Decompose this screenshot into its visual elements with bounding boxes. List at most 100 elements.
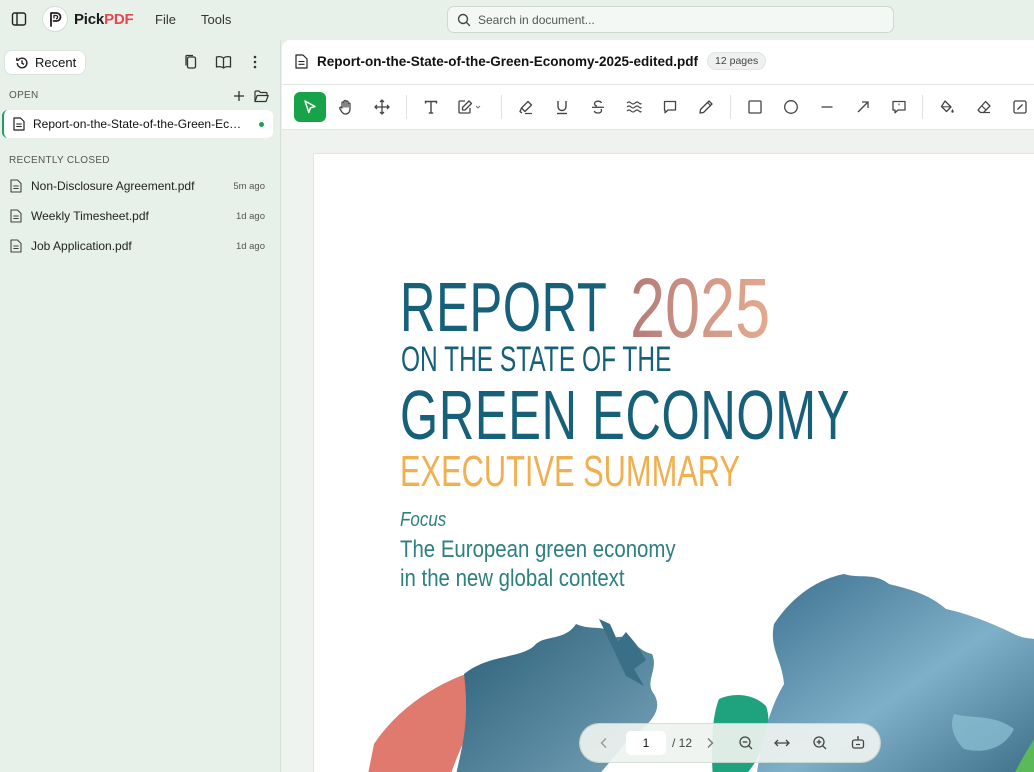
chevron-right-icon bbox=[705, 737, 715, 749]
app-logo: PickPDF bbox=[42, 6, 134, 32]
text-tool-button[interactable] bbox=[415, 92, 447, 122]
cover-green-economy: GREEN ECONOMY bbox=[400, 376, 851, 454]
page-count-badge: 12 pages bbox=[707, 52, 767, 70]
page-navigator: / 12 bbox=[580, 724, 880, 762]
squiggly-tool-button[interactable] bbox=[618, 92, 650, 122]
sidebar: Recent OPEN Report-on-the-State-of-the-G… bbox=[0, 40, 281, 772]
hand-icon bbox=[337, 98, 355, 116]
cover-report-heading: REPORT bbox=[400, 268, 608, 346]
file-icon bbox=[10, 209, 22, 223]
file-icon bbox=[13, 117, 25, 131]
fit-width-button[interactable] bbox=[770, 731, 794, 755]
comment-tool-button[interactable] bbox=[654, 92, 686, 122]
zoom-in-button[interactable] bbox=[808, 731, 832, 755]
pencil-tool-button[interactable] bbox=[690, 92, 722, 122]
cover-year: 2025 bbox=[630, 261, 771, 355]
recent-label: Recent bbox=[35, 55, 77, 70]
recently-closed-section-label: RECENTLY CLOSED bbox=[9, 155, 110, 166]
menu-file[interactable]: File bbox=[155, 12, 176, 27]
file-icon bbox=[295, 53, 308, 69]
plus-icon[interactable] bbox=[229, 86, 249, 106]
open-folder-icon[interactable] bbox=[251, 86, 271, 106]
move-icon bbox=[373, 98, 391, 116]
edit-box-icon bbox=[1012, 99, 1028, 115]
annotation-toolbar: " bbox=[282, 85, 1034, 130]
active-indicator-dot bbox=[259, 122, 264, 127]
pencil-icon bbox=[698, 99, 714, 115]
toolbar-divider bbox=[406, 95, 407, 119]
hand-tool-button[interactable] bbox=[330, 92, 362, 122]
recently-closed-item[interactable]: Job Application.pdf 1d ago bbox=[10, 235, 270, 257]
closed-file-name: Weekly Timesheet.pdf bbox=[31, 209, 149, 223]
search-box[interactable] bbox=[447, 6, 894, 33]
cover-subtitle-line-2: in the new global context bbox=[400, 565, 625, 592]
zoom-in-icon bbox=[812, 735, 828, 751]
cover-executive-summary: EXECUTIVE SUMMARY bbox=[400, 447, 741, 496]
open-file-item[interactable]: Report-on-the-State-of-the-Green-Economy… bbox=[2, 110, 273, 138]
toolbar-divider bbox=[501, 95, 502, 119]
underline-icon bbox=[554, 99, 570, 115]
book-icon[interactable] bbox=[213, 52, 233, 72]
select-tool-button[interactable] bbox=[294, 92, 326, 122]
app-name: PickPDF bbox=[74, 10, 134, 28]
closed-file-time: 1d ago bbox=[235, 240, 265, 252]
page-number-input[interactable] bbox=[626, 731, 666, 755]
rectangle-tool-button[interactable] bbox=[739, 92, 771, 122]
edit-text-tool-button[interactable] bbox=[452, 92, 488, 122]
zoom-out-icon bbox=[738, 735, 754, 751]
file-icon bbox=[10, 179, 22, 193]
top-bar: PickPDF File Tools bbox=[0, 0, 1034, 40]
eraser-tool-button[interactable] bbox=[968, 92, 1000, 122]
ai-assistant-button[interactable] bbox=[846, 731, 870, 755]
eraser-icon bbox=[976, 99, 992, 115]
toolbar-divider bbox=[922, 95, 923, 119]
strikethrough-tool-button[interactable] bbox=[582, 92, 614, 122]
more-vertical-icon[interactable] bbox=[245, 52, 265, 72]
edit-text-icon bbox=[457, 99, 483, 115]
sidebar-toggle-icon[interactable] bbox=[8, 8, 30, 30]
search-icon bbox=[457, 13, 471, 27]
svg-text:": " bbox=[898, 103, 901, 110]
document-title: Report-on-the-State-of-the-Green-Economy… bbox=[317, 53, 699, 69]
robot-icon bbox=[850, 735, 866, 751]
closed-file-time: 1d ago bbox=[235, 210, 265, 222]
open-file-name: Report-on-the-State-of-the-Green-Economy… bbox=[33, 117, 245, 131]
next-page-button[interactable] bbox=[698, 731, 722, 755]
zoom-out-button[interactable] bbox=[734, 731, 758, 755]
squiggly-icon bbox=[625, 99, 643, 115]
recent-button[interactable]: Recent bbox=[5, 51, 86, 74]
closed-file-name: Non-Disclosure Agreement.pdf bbox=[31, 179, 195, 193]
strikethrough-icon bbox=[590, 99, 606, 115]
history-icon bbox=[15, 56, 29, 70]
line-tool-button[interactable] bbox=[811, 92, 843, 122]
arrow-tool-button[interactable] bbox=[847, 92, 879, 122]
fill-tool-button[interactable] bbox=[931, 92, 963, 122]
menu-tools[interactable]: Tools bbox=[201, 12, 231, 27]
document-viewer[interactable]: REPORT 2025 ON THE STATE OF THE GREEN EC… bbox=[282, 130, 1034, 772]
pickpdf-logo-icon bbox=[42, 6, 68, 32]
open-section-label: OPEN bbox=[9, 90, 39, 101]
underline-tool-button[interactable] bbox=[546, 92, 578, 122]
toolbar-divider bbox=[730, 95, 731, 119]
previous-page-button[interactable] bbox=[592, 731, 616, 755]
closed-file-name: Job Application.pdf bbox=[31, 239, 132, 253]
ellipse-tool-button[interactable] bbox=[775, 92, 807, 122]
recently-closed-item[interactable]: Weekly Timesheet.pdf 1d ago bbox=[10, 205, 270, 227]
copy-icon[interactable] bbox=[181, 52, 201, 72]
file-icon bbox=[10, 239, 22, 253]
ellipse-icon bbox=[783, 99, 799, 115]
callout-tool-button[interactable]: " bbox=[883, 92, 915, 122]
highlight-tool-button[interactable] bbox=[510, 92, 542, 122]
recently-closed-item[interactable]: Non-Disclosure Agreement.pdf 5m ago bbox=[10, 175, 270, 197]
closed-file-time: 5m ago bbox=[233, 180, 265, 192]
cover-subtitle-line-1: The European green economy bbox=[400, 536, 676, 563]
search-input[interactable] bbox=[478, 12, 878, 27]
edit-box-tool-button[interactable] bbox=[1004, 92, 1034, 122]
chevron-left-icon bbox=[599, 737, 609, 749]
arrow-icon bbox=[855, 99, 871, 115]
cover-focus-label: Focus bbox=[400, 509, 447, 531]
move-tool-button[interactable] bbox=[366, 92, 398, 122]
fit-width-icon bbox=[773, 737, 791, 749]
pdf-page[interactable]: REPORT 2025 ON THE STATE OF THE GREEN EC… bbox=[314, 154, 1034, 772]
fill-icon bbox=[939, 99, 955, 115]
